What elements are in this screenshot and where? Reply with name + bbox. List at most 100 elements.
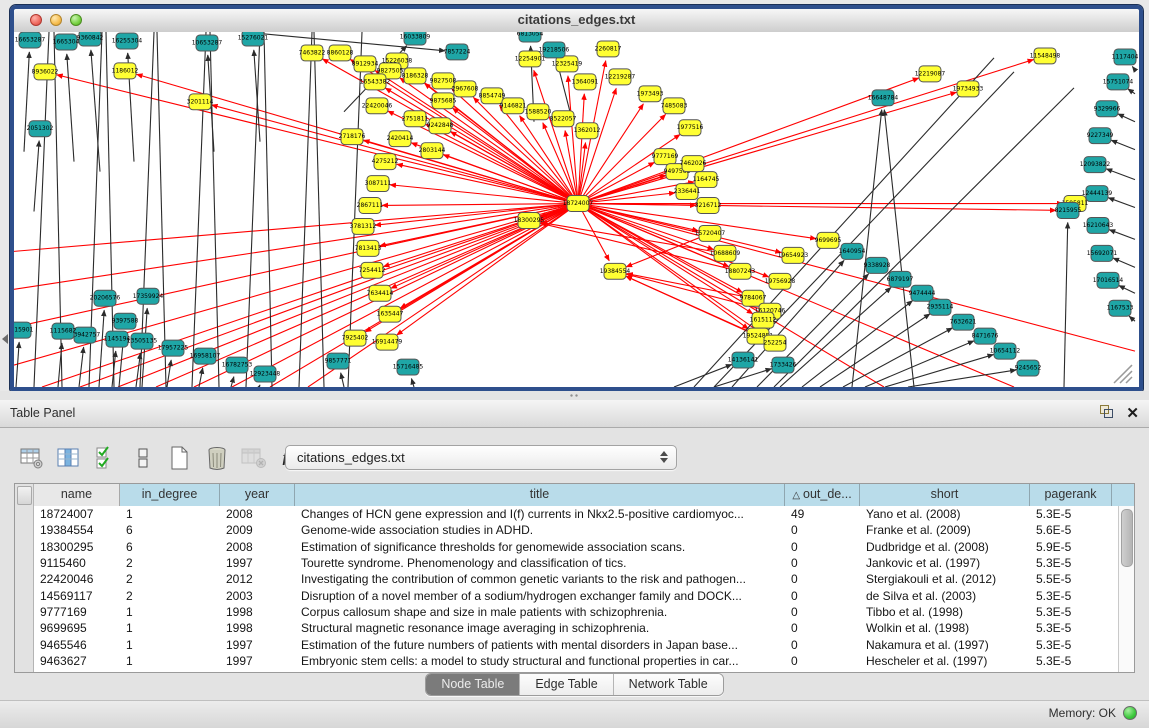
network-node[interactable]: 19756928 [765, 273, 796, 289]
network-edge[interactable] [167, 360, 171, 387]
network-node[interactable]: 7254412 [359, 262, 386, 278]
network-node[interactable]: 9245652 [1015, 360, 1042, 376]
column-header-name[interactable]: name [34, 484, 120, 506]
table-cell[interactable]: 0 [785, 556, 860, 570]
table-cell[interactable]: 0 [785, 638, 860, 652]
table-cell[interactable]: 5.3E-5 [1030, 638, 1112, 652]
table-cell[interactable]: de Silva et al. (2003) [860, 589, 1030, 603]
network-node[interactable]: 9360842 [77, 32, 104, 46]
table-cell[interactable]: 1998 [220, 605, 295, 619]
table-cell[interactable]: 5.3E-5 [1030, 556, 1112, 570]
network-node[interactable]: 19734933 [953, 81, 984, 97]
network-node[interactable]: 252254 [764, 335, 787, 351]
table-cell[interactable]: Nakamura et al. (1997) [860, 638, 1030, 652]
table-cell[interactable]: 0 [785, 605, 860, 619]
network-node[interactable]: 15692071 [1087, 245, 1118, 261]
table-cell[interactable]: 1998 [220, 621, 295, 635]
network-node[interactable]: 1640954 [839, 243, 866, 259]
network-node[interactable]: 18724007 [563, 196, 594, 212]
network-node[interactable]: 3087111 [365, 176, 392, 192]
table-row[interactable]: 946554611997Estimation of the future num… [34, 636, 1119, 652]
network-node[interactable]: 7813413 [355, 240, 382, 256]
network-node[interactable]: 17016514 [1093, 272, 1124, 288]
table-cell[interactable]: 0 [785, 572, 860, 586]
network-node[interactable]: 15276021 [238, 32, 269, 46]
network-node[interactable]: 2051302 [27, 121, 54, 137]
network-node[interactable]: 18300295 [514, 212, 545, 228]
network-edge[interactable] [270, 204, 578, 387]
network-node[interactable]: 10688609 [710, 245, 741, 261]
table-cell[interactable]: Investigating the contribution of common… [295, 572, 785, 586]
network-node[interactable]: 4275212 [372, 154, 399, 170]
network-edge[interactable] [14, 204, 578, 290]
network-node[interactable]: 15751074 [1103, 74, 1134, 90]
network-node[interactable]: 18807243 [725, 263, 756, 279]
network-node[interactable]: 1362012 [574, 123, 601, 139]
table-row[interactable]: 2242004622012Investigating the contribut… [34, 571, 1119, 587]
table-row[interactable]: 969969511998Structural magnetic resonanc… [34, 620, 1119, 636]
network-node[interactable]: 2803144 [419, 143, 446, 159]
table-cell[interactable]: 1 [120, 605, 220, 619]
network-node[interactable]: 13505135 [127, 333, 158, 349]
horizontal-splitter[interactable] [0, 391, 1149, 400]
table-cell[interactable]: 0 [785, 540, 860, 554]
network-edge[interactable] [231, 377, 234, 387]
table-row[interactable]: 1938455462009Genome-wide association stu… [34, 522, 1119, 538]
network-node[interactable]: 1665304 [53, 34, 80, 50]
table-cell[interactable]: Hescheler et al. (1997) [860, 654, 1030, 668]
network-node[interactable]: 19218506 [539, 42, 570, 58]
table-cell[interactable]: Genome-wide association studies in ADHD. [295, 523, 785, 537]
table-cell[interactable]: 49 [785, 507, 860, 521]
network-edge[interactable] [1109, 230, 1135, 240]
create-column-icon[interactable] [166, 443, 194, 473]
network-edge[interactable] [34, 32, 49, 387]
network-edge[interactable] [34, 141, 39, 212]
table-cell[interactable]: 1997 [220, 556, 295, 570]
network-node[interactable]: 9227349 [1087, 128, 1114, 144]
network-node[interactable]: 12444139 [1082, 186, 1113, 202]
network-node[interactable]: 9474444 [909, 285, 936, 301]
table-cell[interactable]: 9115460 [34, 556, 120, 570]
table-cell[interactable]: 14569117 [34, 589, 120, 603]
network-edge[interactable] [578, 92, 956, 203]
network-edge[interactable] [1113, 258, 1135, 267]
network-node[interactable]: 19654923 [778, 247, 809, 263]
table-cell[interactable]: 5.9E-5 [1030, 540, 1112, 554]
network-node[interactable]: 16648784 [868, 90, 899, 106]
network-node[interactable]: 2967608 [452, 81, 479, 97]
network-node[interactable]: 9777169 [652, 149, 679, 165]
table-cell[interactable]: Corpus callosum shape and size in male p… [295, 605, 785, 619]
network-node[interactable]: 8860128 [327, 45, 354, 61]
network-node[interactable]: 16914479 [372, 334, 403, 350]
table-cell[interactable]: 9777169 [34, 605, 120, 619]
network-node[interactable]: 16653287 [15, 32, 46, 48]
network-edge[interactable] [411, 379, 414, 387]
network-node[interactable]: 3216712 [695, 198, 722, 214]
table-cell[interactable]: 1997 [220, 654, 295, 668]
table-cell[interactable]: 18724007 [34, 507, 120, 521]
network-node[interactable]: 1588520 [525, 104, 552, 120]
network-node[interactable]: 9857771 [325, 353, 352, 369]
network-edge[interactable] [578, 204, 1056, 211]
network-node[interactable]: 9146821 [500, 98, 527, 114]
table-cell[interactable]: 1 [120, 654, 220, 668]
network-node[interactable]: 9338928 [864, 257, 891, 273]
network-edge[interactable] [578, 204, 1135, 352]
network-edge[interactable] [1111, 140, 1135, 150]
table-cell[interactable]: Estimation of the future numbers of pati… [295, 638, 785, 652]
network-edge[interactable] [24, 52, 29, 152]
table-cell[interactable]: 6 [120, 540, 220, 554]
network-node[interactable]: 8912934 [352, 56, 379, 72]
table-row[interactable]: 1830029562008Estimation of significance … [34, 539, 1119, 555]
table-mode-icon[interactable] [18, 443, 46, 473]
network-edge[interactable] [364, 140, 578, 203]
network-node[interactable]: 8215955 [1055, 203, 1082, 219]
network-node[interactable]: 1733426 [770, 357, 797, 373]
network-node[interactable]: 2420414 [387, 131, 414, 147]
network-edge[interactable] [246, 32, 260, 387]
close-panel-icon[interactable]: ✕ [1126, 405, 1139, 423]
tab-node-table[interactable]: Node Table [426, 674, 519, 695]
table-cell[interactable]: 2 [120, 589, 220, 603]
network-node[interactable]: 1615112 [750, 312, 777, 328]
table-cell[interactable]: Wolkin et al. (1998) [860, 621, 1030, 635]
